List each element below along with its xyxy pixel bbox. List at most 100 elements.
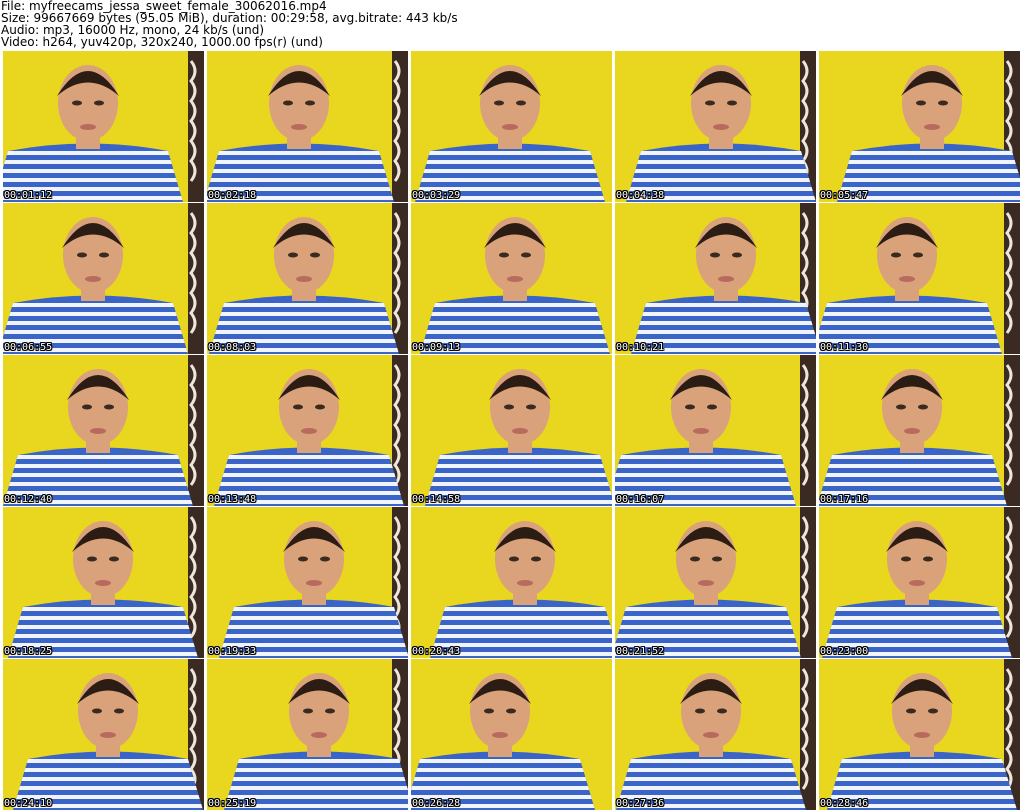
shirt-stripe (3, 321, 188, 325)
thumbnail-frame (615, 51, 816, 202)
lips (85, 276, 101, 282)
shirt-stripe (822, 652, 1012, 656)
lips (291, 124, 307, 130)
lips (492, 732, 508, 738)
shirt-stripe (626, 196, 816, 200)
shirt-stripe (219, 652, 408, 656)
video-thumbnail[interactable]: 00:11:30 (819, 203, 1020, 354)
shirt-stripe (3, 348, 188, 352)
lips (507, 276, 523, 282)
shirt-stripe (3, 500, 193, 504)
shirt-stripe (415, 187, 605, 191)
left-eye (896, 404, 906, 410)
video-thumbnail[interactable]: 00:08:03 (207, 203, 408, 354)
shirt-stripe (209, 348, 399, 352)
thumbnail-frame (3, 507, 204, 658)
shirt-stripe (615, 473, 796, 477)
left-eye (283, 100, 293, 106)
thumbnail-frame (3, 659, 204, 810)
video-thumbnail[interactable]: 00:26:28 (411, 659, 612, 810)
shirt-stripe (8, 607, 198, 611)
shirt-stripe (207, 196, 394, 200)
left-eye (695, 708, 705, 714)
right-eye (531, 556, 541, 562)
shirt-stripe (420, 312, 610, 316)
video-thumbnail[interactable]: 00:27:36 (615, 659, 816, 810)
shirt-stripe (626, 187, 816, 191)
shirt-stripe (8, 616, 198, 620)
shirt-stripe (207, 187, 394, 191)
left-eye (916, 100, 926, 106)
lips (698, 580, 714, 586)
video-thumbnail[interactable]: 00:25:19 (207, 659, 408, 810)
video-thumbnail[interactable]: 00:14:58 (411, 355, 612, 506)
shirt-stripe (214, 464, 404, 468)
left-eye (484, 708, 494, 714)
lips (80, 124, 96, 130)
shirt-stripe (411, 795, 595, 799)
shirt-stripe (415, 151, 605, 155)
left-eye (499, 252, 509, 258)
shirt-stripe (3, 339, 188, 343)
shirt-stripe (616, 768, 806, 772)
shirt-stripe (819, 348, 1002, 352)
video-thumbnail[interactable]: 00:24:10 (3, 659, 204, 810)
video-thumbnail[interactable]: 00:02:18 (207, 51, 408, 202)
video-thumbnail[interactable]: 00:10:21 (615, 203, 816, 354)
shirt-stripe (615, 616, 801, 620)
video-thumbnail[interactable]: 00:13:48 (207, 355, 408, 506)
video-thumbnail[interactable]: 00:20:43 (411, 507, 612, 658)
video-thumbnail[interactable]: 00:19:33 (207, 507, 408, 658)
thumbnail-frame (411, 507, 612, 658)
video-thumbnail[interactable]: 00:01:12 (3, 51, 204, 202)
shirt-stripe (822, 616, 1012, 620)
shirt-stripe (631, 312, 816, 316)
shirt-stripe (224, 786, 408, 790)
right-eye (712, 556, 722, 562)
video-thumbnail[interactable]: 00:06:55 (3, 203, 204, 354)
video-thumbnail[interactable]: 00:12:40 (3, 355, 204, 506)
shirt-stripe (224, 804, 408, 808)
video-thumbnail[interactable]: 00:21:52 (615, 507, 816, 658)
video-thumbnail[interactable]: 00:05:47 (819, 51, 1020, 202)
shirt-stripe (3, 491, 193, 495)
thumbnail-frame (819, 355, 1020, 506)
right-eye (104, 404, 114, 410)
lips (502, 124, 518, 130)
shirt-stripe (837, 196, 1020, 200)
shirt-stripe (631, 339, 816, 343)
video-thumbnail[interactable]: 00:09:13 (411, 203, 612, 354)
shirt-stripe (420, 303, 610, 307)
left-eye (87, 556, 97, 562)
shirt-stripe (209, 312, 399, 316)
video-thumbnail[interactable]: 00:03:29 (411, 51, 612, 202)
shirt-stripe (420, 339, 610, 343)
lips (693, 428, 709, 434)
shirt-stripe (819, 321, 1002, 325)
shirt-stripe (615, 500, 796, 504)
video-thumbnail[interactable]: 00:16:07 (615, 355, 816, 506)
video-thumbnail[interactable]: 00:17:16 (819, 355, 1020, 506)
lips (703, 732, 719, 738)
right-eye (707, 404, 717, 410)
shirt-stripe (827, 777, 1017, 781)
shirt-stripe (219, 607, 408, 611)
shirt-stripe (415, 196, 605, 200)
right-eye (315, 404, 325, 410)
left-eye (72, 100, 82, 106)
shirt-stripe (3, 312, 188, 316)
thumbnail-frame (207, 51, 408, 202)
shirt-stripe (219, 643, 408, 647)
shirt-stripe (430, 634, 612, 638)
thumbnail-frame (819, 659, 1020, 810)
thumbnail-frame (819, 203, 1020, 354)
video-thumbnail[interactable]: 00:18:25 (3, 507, 204, 658)
shirt-stripe (626, 160, 816, 164)
shirt-stripe (219, 634, 408, 638)
lips (904, 428, 920, 434)
video-thumbnail[interactable]: 00:04:38 (615, 51, 816, 202)
video-thumbnail[interactable]: 00:23:00 (819, 507, 1020, 658)
shirt-stripe (425, 455, 612, 459)
shirt-stripe (615, 643, 801, 647)
video-thumbnail[interactable]: 00:28:46 (819, 659, 1020, 810)
